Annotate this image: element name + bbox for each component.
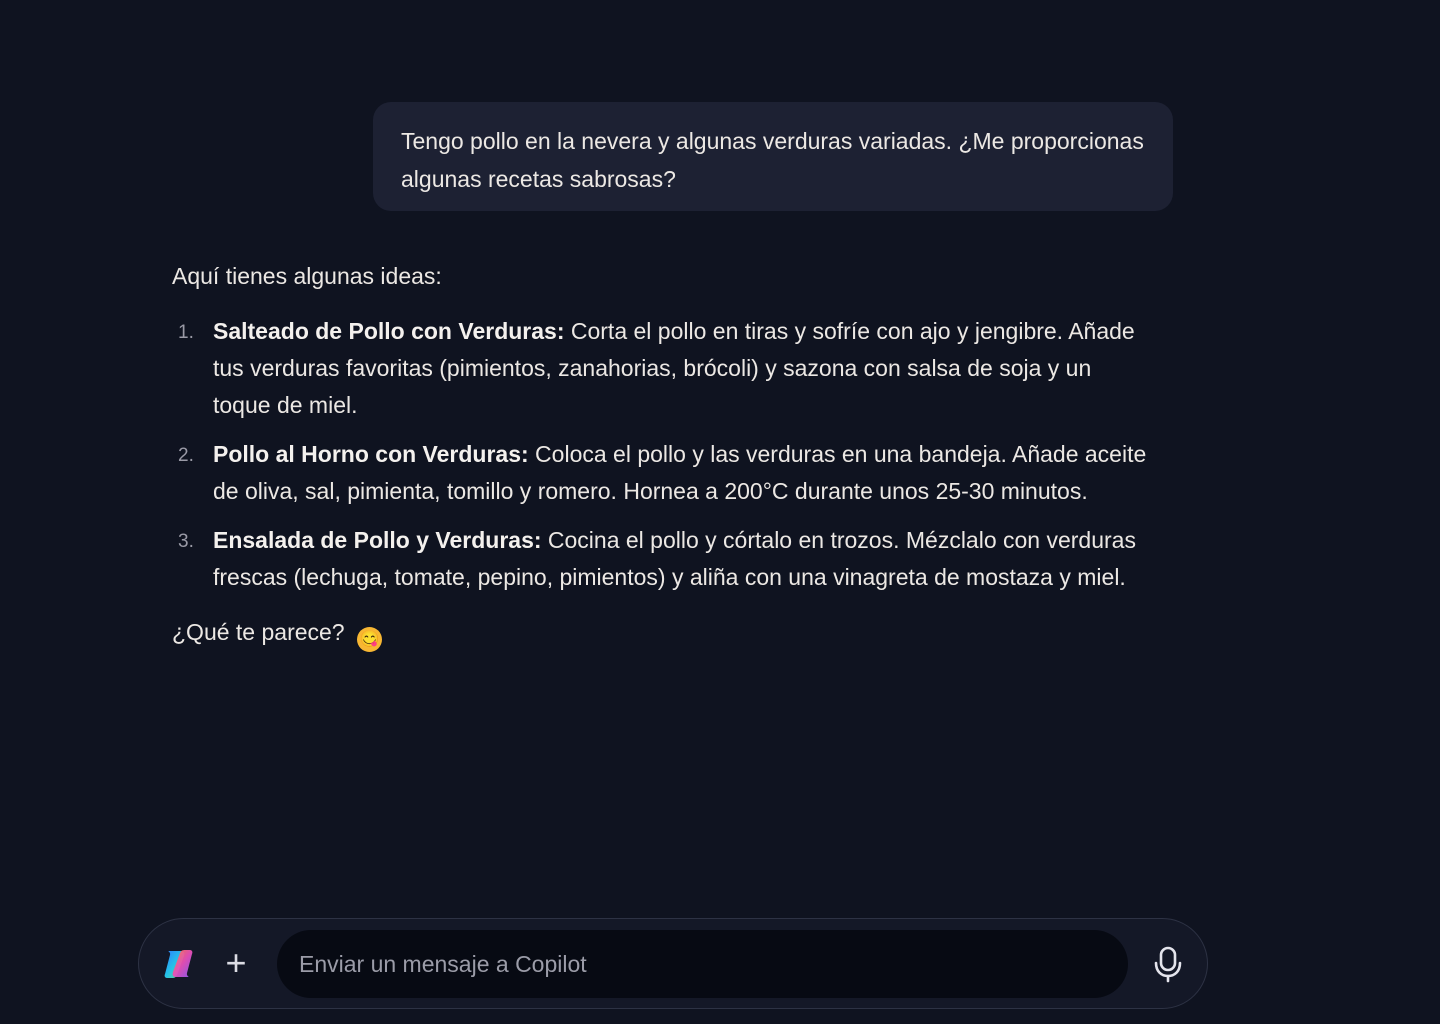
plus-icon: + xyxy=(225,942,247,983)
assistant-outro: ¿Qué te parece? 😋 xyxy=(172,614,1152,652)
copilot-logo-icon[interactable] xyxy=(162,947,196,981)
recipe-number: 3. xyxy=(178,531,194,552)
recipe-number: 1. xyxy=(178,322,194,343)
recipe-title: Salteado de Pollo con Verduras: xyxy=(213,318,565,344)
microphone-icon[interactable] xyxy=(1150,944,1186,984)
chat-page: Tengo pollo en la nevera y algunas verdu… xyxy=(0,0,1440,1024)
user-message-bubble: Tengo pollo en la nevera y algunas verdu… xyxy=(373,102,1173,211)
recipe-item: 1. Salteado de Pollo con Verduras: Corta… xyxy=(172,313,1152,424)
recipe-title: Pollo al Horno con Verduras: xyxy=(213,441,529,467)
add-attachment-button[interactable]: + xyxy=(218,945,254,983)
user-message-text: Tengo pollo en la nevera y algunas verdu… xyxy=(401,128,1144,192)
emoji-glyph: 😋 xyxy=(359,631,380,648)
recipe-list: 1. Salteado de Pollo con Verduras: Corta… xyxy=(172,313,1152,596)
assistant-intro: Aquí tienes algunas ideas: xyxy=(172,263,442,289)
recipe-item: 3. Ensalada de Pollo y Verduras: Cocina … xyxy=(172,522,1152,596)
recipe-title: Ensalada de Pollo y Verduras: xyxy=(213,527,542,553)
assistant-outro-text: ¿Qué te parece? xyxy=(172,619,345,645)
face-savoring-food-emoji-icon: 😋 xyxy=(357,627,382,652)
recipe-item: 2. Pollo al Horno con Verduras: Coloca e… xyxy=(172,436,1152,510)
recipe-number: 2. xyxy=(178,445,194,466)
message-input[interactable] xyxy=(277,930,1128,998)
assistant-response: Aquí tienes algunas ideas: 1. Salteado d… xyxy=(172,258,1152,652)
